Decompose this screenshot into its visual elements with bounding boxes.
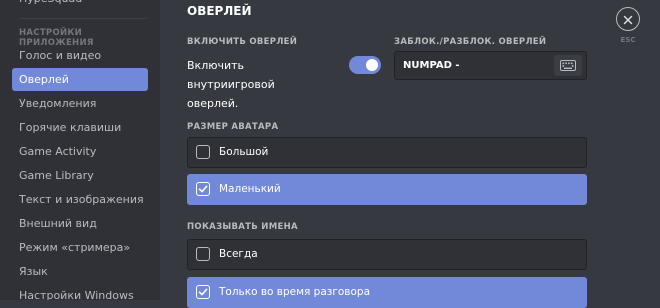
avatar-size-label: РАЗМЕР АВАТАРА [187,122,279,132]
page-title: ОВЕРЛЕЙ [187,4,252,18]
sidebar-item-hypesquad[interactable]: HypeSquad [12,0,148,10]
show-names-option-always[interactable]: Всегда [187,239,587,270]
keyboard-icon [560,56,576,75]
keybind-value: NUMPAD - [403,60,460,71]
sidebar-item-game-library[interactable]: Game Library [12,164,148,187]
settings-sidebar: HypeSquad НАСТРОЙКИ ПРИЛОЖЕНИЯ Голос и в… [0,0,160,300]
sidebar-item-notifications[interactable]: Уведомления [12,92,148,115]
record-keybind-button[interactable] [554,55,582,76]
avatar-size-option-small[interactable]: Маленький [187,174,587,205]
enable-overlay-toggle[interactable] [349,56,381,74]
sidebar-item-keybinds[interactable]: Горячие клавиши [12,116,148,139]
checkbox-unchecked [196,145,210,159]
enable-overlay-label: ВКЛЮЧИТЬ ОВЕРЛЕЙ [187,37,298,47]
option-label: Большой [219,146,269,158]
close-button[interactable] [616,7,640,31]
sidebar-item-overlay[interactable]: Оверлей [12,68,148,91]
sidebar-item-text-images[interactable]: Текст и изображения [12,188,148,211]
toggle-knob [366,59,378,71]
option-label: Маленький [219,183,281,195]
enable-overlay-text: Включить внутриигровой оверлей. [187,59,275,110]
settings-content: ОВЕРЛЕЙ ВКЛЮЧИТЬ ОВЕРЛЕЙ Включить внутри… [160,0,660,308]
checkbox-checked [196,182,210,196]
overlay-keybind-field[interactable]: NUMPAD - [394,51,587,80]
sidebar-divider [19,18,147,19]
checkbox-checked [196,285,210,299]
close-icon [623,10,633,29]
sidebar-item-windows-settings[interactable]: Настройки Windows [12,284,148,300]
show-names-label: ПОКАЗЫВАТЬ ИМЕНА [187,222,298,232]
option-label: Всегда [219,248,258,260]
show-names-option-while-speaking[interactable]: Только во время разговора [187,277,587,308]
checkbox-unchecked [196,247,210,261]
option-label: Только во время разговора [219,286,371,298]
sidebar-item-language[interactable]: Язык [12,260,148,283]
sidebar-item-voice-video[interactable]: Голос и видео [12,44,148,67]
toggle-lock-label: ЗАБЛОК./РАЗБЛОК. ОВЕРЛЕЙ [394,37,547,47]
esc-hint: ESC [620,36,636,44]
avatar-size-option-large[interactable]: Большой [187,137,587,168]
sidebar-item-appearance[interactable]: Внешний вид [12,212,148,235]
sidebar-item-streamer-mode[interactable]: Режим «стримера» [12,236,148,259]
sidebar-item-game-activity[interactable]: Game Activity [12,140,148,163]
